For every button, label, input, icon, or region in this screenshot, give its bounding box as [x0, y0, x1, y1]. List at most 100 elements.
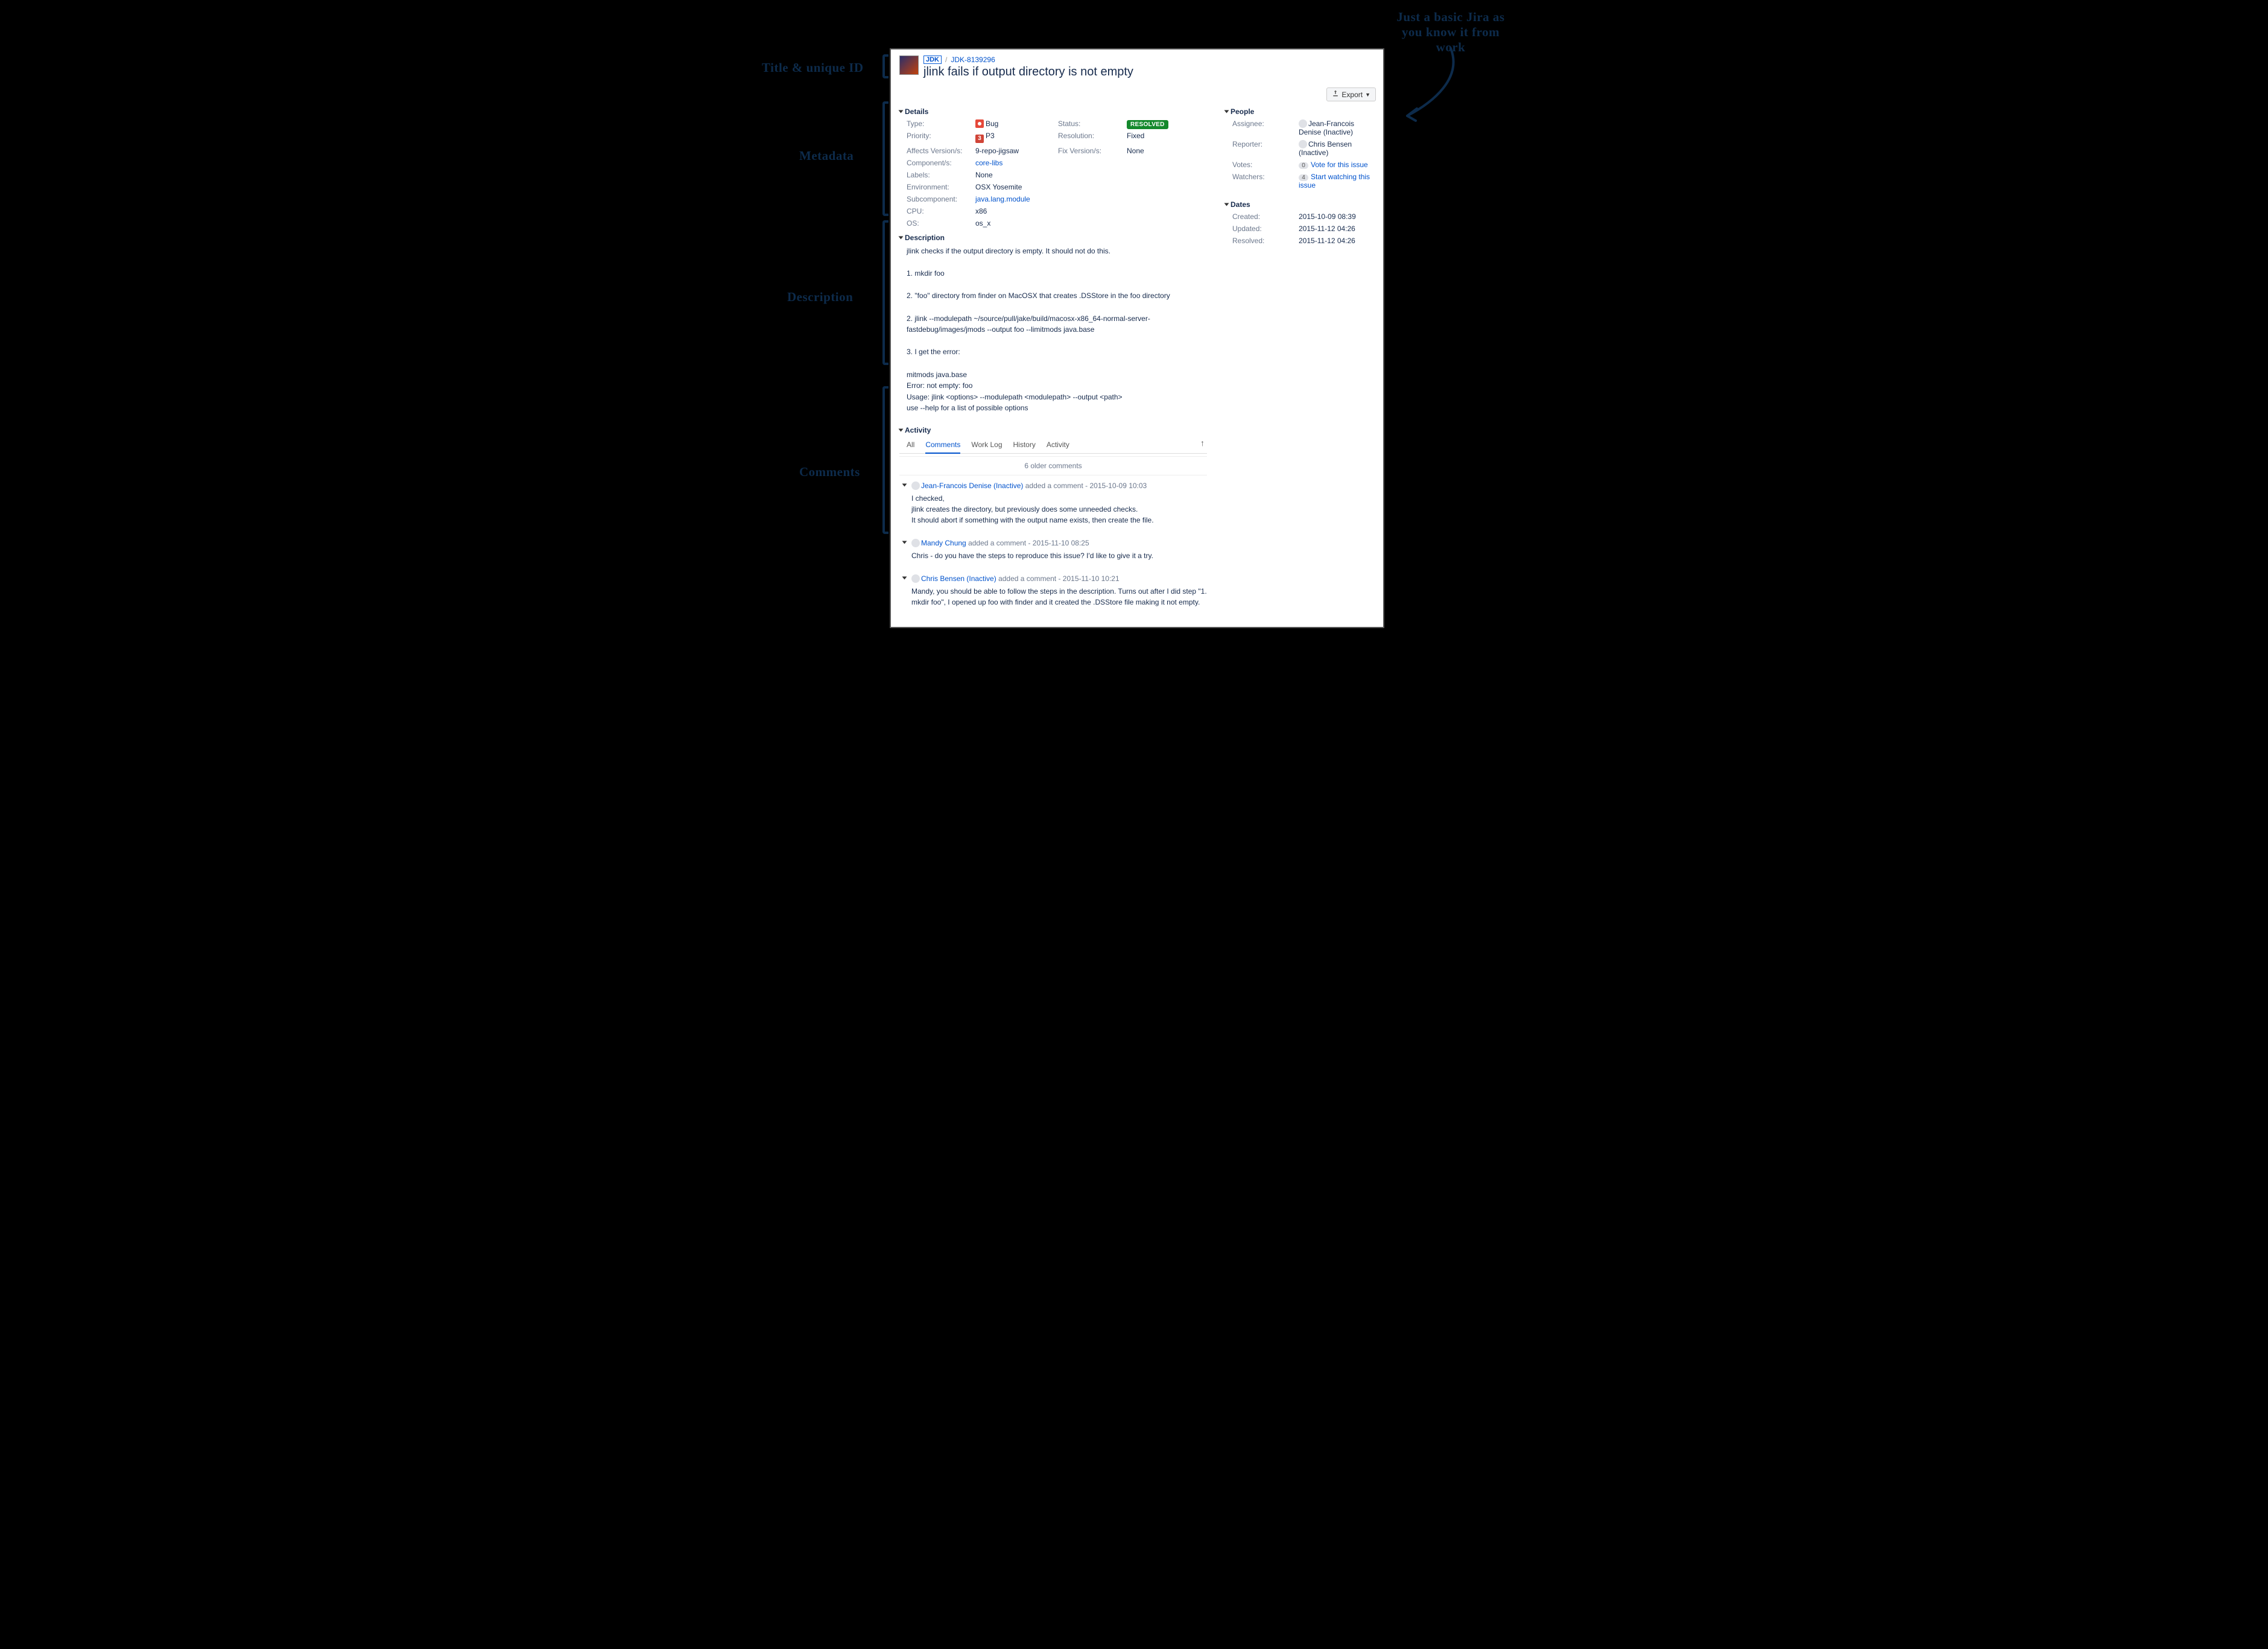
- toggle-description-icon[interactable]: [899, 237, 904, 240]
- label-votes: Votes:: [1232, 160, 1299, 169]
- tab-history[interactable]: History: [1013, 438, 1036, 453]
- project-link[interactable]: JDK: [923, 56, 942, 64]
- value-type: Bug: [975, 119, 1056, 128]
- section-description-title: Description: [905, 234, 945, 242]
- comment-toggle-icon[interactable]: [902, 576, 907, 579]
- label-priority: Priority:: [907, 132, 973, 143]
- assignee-avatar: [1299, 119, 1307, 128]
- value-environment: OSX Yosemite: [975, 183, 1056, 191]
- comment-header: Jean-Francois Denise (Inactive) added a …: [911, 481, 1207, 490]
- section-activity-header[interactable]: Activity: [899, 426, 1207, 434]
- label-affects: Affects Version/s:: [907, 147, 973, 155]
- watchers-count: 4: [1299, 174, 1308, 181]
- older-comments-bar[interactable]: 6 older comments: [899, 456, 1207, 475]
- value-components[interactable]: core-libs: [975, 159, 1003, 167]
- comment-timestamp: 2015-11-10 08:25: [1033, 539, 1089, 547]
- comment-toggle-icon[interactable]: [902, 483, 907, 486]
- comment-body: I checked, jlink creates the directory, …: [911, 493, 1207, 526]
- comment: Jean-Francois Denise (Inactive) added a …: [899, 475, 1207, 533]
- annotation-arrow: [1396, 42, 1481, 127]
- export-button[interactable]: Export ▼: [1326, 87, 1376, 101]
- tab-all[interactable]: All: [907, 438, 914, 453]
- project-avatar: [899, 56, 919, 75]
- value-affects: 9-repo-jigsaw: [975, 147, 1056, 155]
- toggle-dates-icon[interactable]: [1224, 203, 1229, 206]
- comment-author-link[interactable]: Jean-Francois Denise (Inactive): [921, 481, 1023, 490]
- export-label: Export: [1341, 91, 1363, 99]
- tab-comments[interactable]: Comments: [925, 438, 960, 454]
- dates-grid: Created: 2015-10-09 08:39 Updated: 2015-…: [1225, 212, 1376, 245]
- jira-issue-panel: JDK / JDK-8139296 jlink fails if output …: [890, 48, 1384, 628]
- section-details-header[interactable]: Details: [899, 107, 1207, 116]
- label-assignee: Assignee:: [1232, 119, 1299, 136]
- bracket-metadata: [882, 101, 889, 216]
- label-updated: Updated:: [1232, 224, 1299, 233]
- comment-avatar: [911, 574, 920, 583]
- comment-body: Mandy, you should be able to follow the …: [911, 586, 1207, 608]
- section-people-header[interactable]: People: [1225, 107, 1376, 116]
- comment-added-text: added a comment -: [968, 539, 1030, 547]
- annotation-comments: Comments: [799, 465, 860, 480]
- issue-title: jlink fails if output directory is not e…: [923, 65, 1376, 79]
- tab-worklog[interactable]: Work Log: [971, 438, 1002, 453]
- bracket-description: [882, 220, 889, 365]
- value-labels: None: [975, 171, 1056, 179]
- value-updated: 2015-11-12 04:26: [1299, 224, 1376, 233]
- label-environment: Environment:: [907, 183, 973, 191]
- tab-activity[interactable]: Activity: [1047, 438, 1069, 453]
- sort-icon[interactable]: ↑: [1200, 438, 1205, 453]
- section-description-header[interactable]: Description: [899, 234, 1207, 242]
- comment-timestamp: 2015-11-10 10:21: [1063, 574, 1120, 583]
- value-assignee: Jean-Francois Denise (Inactive): [1299, 119, 1376, 136]
- comment-author-link[interactable]: Chris Bensen (Inactive): [921, 574, 996, 583]
- annotation-top-right: Just a basic Jira as you know it from wo…: [1390, 10, 1511, 56]
- annotation-description: Description: [787, 290, 853, 305]
- details-grid: Type: Bug Status: RESOLVED Priority: 3P3…: [899, 119, 1207, 227]
- label-resolved: Resolved:: [1232, 237, 1299, 245]
- label-type: Type:: [907, 119, 973, 128]
- comment-added-text: added a comment -: [1025, 481, 1088, 490]
- label-resolution: Resolution:: [1058, 132, 1124, 143]
- priority-icon: 3: [975, 135, 984, 143]
- annotation-metadata: Metadata: [799, 148, 854, 164]
- comment: Mandy Chung added a comment - 2015-11-10…: [899, 533, 1207, 568]
- label-reporter: Reporter:: [1232, 140, 1299, 157]
- comment-timestamp: 2015-10-09 10:03: [1089, 481, 1147, 490]
- value-cpu: x86: [975, 207, 1056, 215]
- value-priority: 3P3: [975, 132, 1056, 143]
- comment: Chris Bensen (Inactive) added a comment …: [899, 568, 1207, 615]
- breadcrumb-sep: /: [945, 56, 947, 64]
- label-os: OS:: [907, 219, 973, 227]
- value-reporter: Chris Bensen (Inactive): [1299, 140, 1376, 157]
- value-resolution: Fixed: [1127, 132, 1207, 143]
- toggle-details-icon[interactable]: [899, 110, 904, 113]
- people-grid: Assignee: Jean-Francois Denise (Inactive…: [1225, 119, 1376, 189]
- value-subcomponent[interactable]: java.lang.module: [975, 195, 1030, 203]
- vote-link[interactable]: Vote for this issue: [1311, 160, 1368, 169]
- label-cpu: CPU:: [907, 207, 973, 215]
- description-body: jlink checks if the output directory is …: [899, 246, 1207, 414]
- label-watchers: Watchers:: [1232, 173, 1299, 189]
- label-status: Status:: [1058, 119, 1124, 128]
- votes-count: 0: [1299, 162, 1308, 169]
- comment-author-link[interactable]: Mandy Chung: [921, 539, 966, 547]
- comment-header: Mandy Chung added a comment - 2015-11-10…: [911, 539, 1207, 547]
- section-dates-title: Dates: [1231, 200, 1250, 209]
- label-subcomponent: Subcomponent:: [907, 195, 973, 203]
- breadcrumb: JDK / JDK-8139296: [923, 56, 1376, 64]
- watch-link[interactable]: Start watching this issue: [1299, 173, 1370, 189]
- comment-toggle-icon[interactable]: [902, 541, 907, 544]
- export-icon: [1332, 90, 1339, 99]
- label-labels: Labels:: [907, 171, 973, 179]
- toggle-people-icon[interactable]: [1224, 110, 1229, 113]
- label-components: Component/s:: [907, 159, 973, 167]
- bracket-title: [882, 54, 889, 78]
- comment-avatar: [911, 539, 920, 547]
- section-dates-header[interactable]: Dates: [1225, 200, 1376, 209]
- bug-icon: [975, 119, 984, 128]
- toggle-activity-icon[interactable]: [899, 428, 904, 431]
- label-fixversion: Fix Version/s:: [1058, 147, 1124, 155]
- issue-key-link[interactable]: JDK-8139296: [951, 56, 995, 64]
- status-badge: RESOLVED: [1127, 120, 1168, 129]
- annotation-title: Title & unique ID: [762, 60, 864, 75]
